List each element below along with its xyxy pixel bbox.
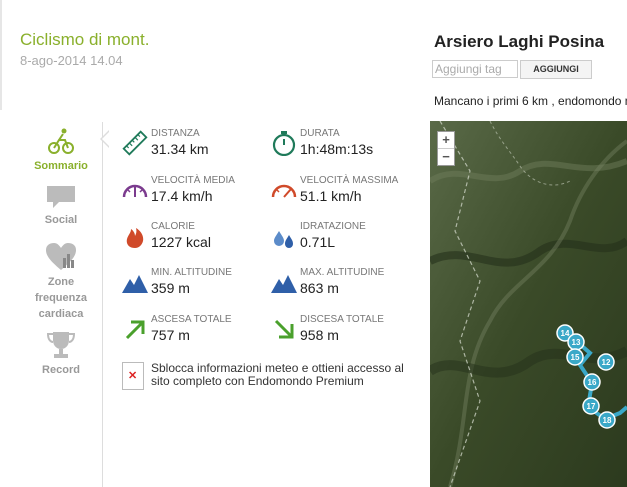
stat-descent: DISCESA TOTALE 958 m xyxy=(271,314,421,354)
summary-nav: Sommario Social Zone frequenza cardiaca … xyxy=(30,122,110,487)
stat-value: 31.34 km xyxy=(151,141,209,157)
stat-value: 17.4 km/h xyxy=(151,188,213,204)
nav-item-label: Record xyxy=(42,364,80,376)
add-tag-button[interactable]: AGGIUNGI xyxy=(520,60,592,79)
page-left-border xyxy=(0,0,2,110)
trophy-icon xyxy=(46,332,76,358)
route-map[interactable]: 14 13 15 12 16 17 18 + − xyxy=(430,121,627,487)
mountain-icon xyxy=(271,275,297,293)
stat-value: 359 m xyxy=(151,280,190,296)
route-marker: 12 xyxy=(602,358,611,367)
cyclist-icon xyxy=(48,128,74,154)
tag-input[interactable] xyxy=(432,60,518,78)
stat-label: VELOCITÀ MEDIA xyxy=(151,175,235,186)
stat-max-altitude: MAX. ALTITUDINE 863 m xyxy=(271,267,421,307)
mountain-icon xyxy=(122,275,148,293)
flame-icon xyxy=(126,228,144,248)
stat-label: DISCESA TOTALE xyxy=(300,314,384,325)
stat-label: CALORIE xyxy=(151,221,195,232)
route-marker: 17 xyxy=(587,402,596,411)
zoom-out-button[interactable]: − xyxy=(438,148,454,165)
nav-item-social[interactable]: Social xyxy=(30,184,92,228)
sport-title: Ciclismo di mont. xyxy=(20,30,150,49)
stat-value: 863 m xyxy=(300,280,339,296)
stat-label: ASCESA TOTALE xyxy=(151,314,232,325)
workout-description: Mancano i primi 6 km , endomondo n xyxy=(434,94,627,108)
stat-max-speed: VELOCITÀ MASSIMA 51.1 km/h xyxy=(271,175,421,215)
route-marker: 16 xyxy=(588,378,597,387)
arrow-up-right-icon xyxy=(125,320,145,340)
speedometer-icon xyxy=(122,184,148,198)
route-marker: 14 xyxy=(561,329,570,338)
satellite-terrain: 14 13 15 12 16 17 18 xyxy=(430,121,627,487)
ruler-icon xyxy=(122,130,148,156)
nav-item-label: Sommario xyxy=(34,160,88,172)
stat-label: IDRATAZIONE xyxy=(300,221,366,232)
stopwatch-icon xyxy=(272,131,296,156)
premium-promo-text: Sblocca informazioni meteo e ottieni acc… xyxy=(151,361,404,388)
nav-item-label: Social xyxy=(44,214,78,226)
route-marker: 18 xyxy=(603,416,612,425)
nav-item-hr-zones[interactable]: Zone frequenza cardiaca xyxy=(30,242,92,322)
stat-label: MIN. ALTITUDINE xyxy=(151,267,232,278)
water-drops-icon xyxy=(274,231,293,248)
stat-value: 1h:48m:13s xyxy=(300,141,374,157)
broken-image-icon: ✕ xyxy=(122,362,144,390)
stat-label: DURATA xyxy=(300,128,340,139)
stat-label: MAX. ALTITUDINE xyxy=(300,267,385,278)
map-zoom-controls: + − xyxy=(437,131,455,166)
speedometer-icon xyxy=(271,184,297,198)
stat-label: VELOCITÀ MASSIMA xyxy=(300,175,399,186)
heart-chart-icon xyxy=(46,243,76,270)
stat-label: DISTANZA xyxy=(151,128,200,139)
stat-value: 757 m xyxy=(151,327,190,343)
stat-duration: DURATA 1h:48m:13s xyxy=(271,128,421,168)
speech-bubble-icon xyxy=(47,186,75,208)
stat-min-altitude: MIN. ALTITUDINE 359 m xyxy=(122,267,272,307)
nav-item-label: Zone frequenza cardiaca xyxy=(35,276,87,320)
stat-avg-speed: VELOCITÀ MEDIA 17.4 km/h xyxy=(122,175,272,215)
stat-hydration: IDRATAZIONE 0.71L xyxy=(271,221,421,261)
nav-item-record[interactable]: Record xyxy=(30,330,92,378)
workout-title: Arsiero Laghi Posina xyxy=(434,32,605,51)
nav-item-summary[interactable]: Sommario xyxy=(30,126,92,174)
stat-ascent: ASCESA TOTALE 757 m xyxy=(122,314,272,354)
stat-value: 1227 kcal xyxy=(151,234,211,250)
stat-value: 0.71L xyxy=(300,234,336,250)
zoom-in-button[interactable]: + xyxy=(438,132,454,148)
stat-distance: DISTANZA 31.34 km xyxy=(122,128,272,168)
workout-date: 8-ago-2014 14.04 xyxy=(20,53,123,68)
stat-value: 958 m xyxy=(300,327,339,343)
arrow-down-right-icon xyxy=(274,319,294,339)
stat-calories: CALORIE 1227 kcal xyxy=(122,221,272,261)
stat-value: 51.1 km/h xyxy=(300,188,362,204)
nav-active-notch-inner xyxy=(102,131,110,147)
route-marker: 13 xyxy=(572,338,581,347)
route-marker: 15 xyxy=(571,353,580,362)
